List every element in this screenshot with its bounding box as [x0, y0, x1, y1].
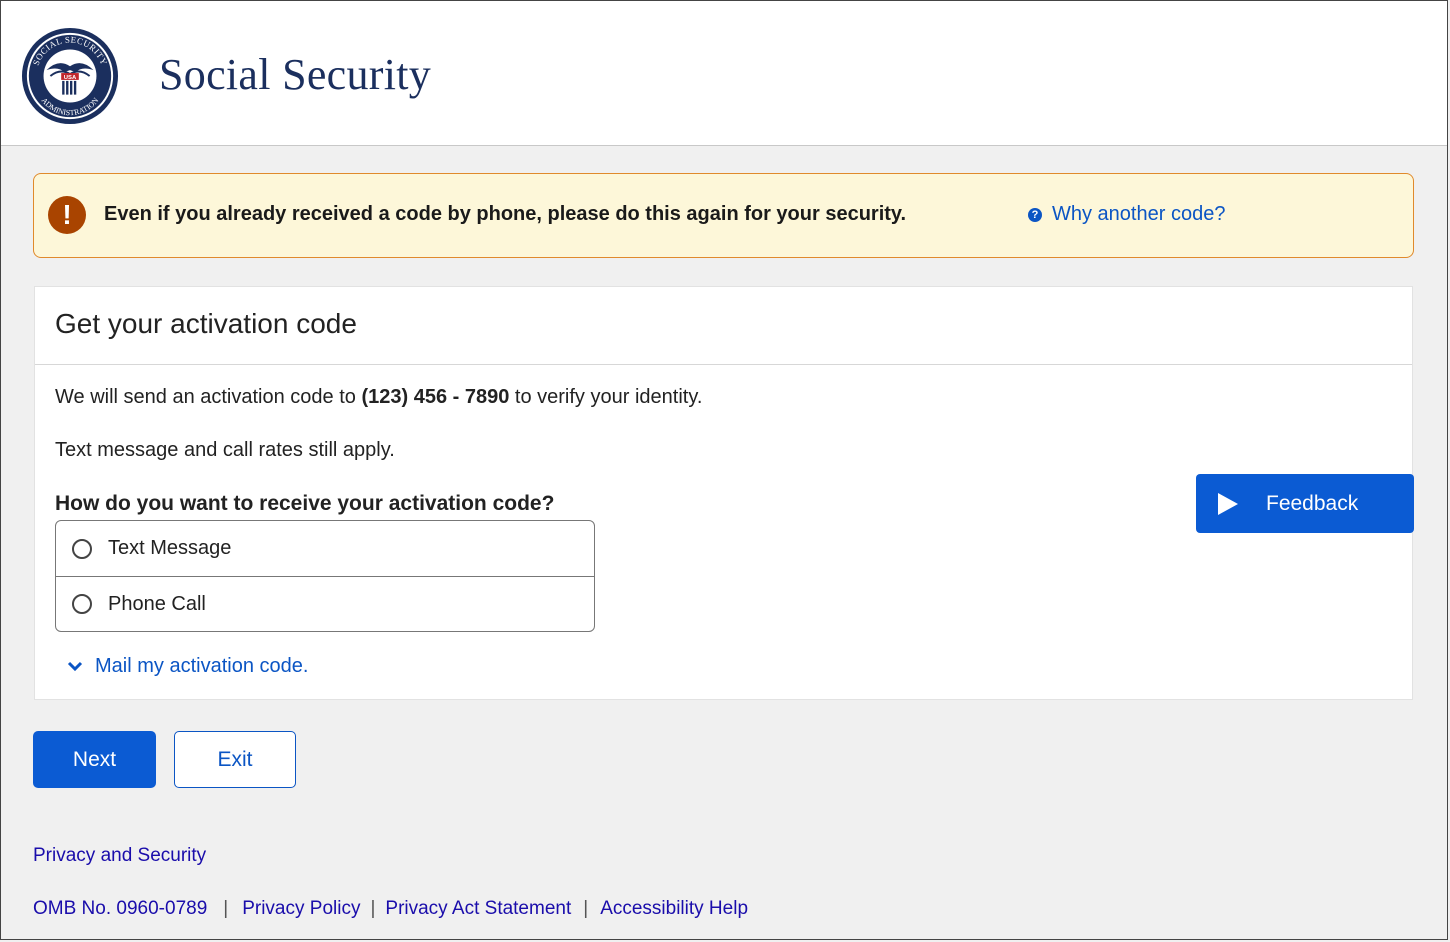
why-another-code-label: Why another code?: [1052, 203, 1226, 225]
footer-separator: |: [370, 898, 376, 919]
card-header: Get your activation code: [35, 287, 1412, 365]
radio-label: Phone Call: [108, 592, 206, 615]
footer-separator: |: [223, 898, 229, 919]
footer-separator: |: [583, 898, 589, 919]
feedback-button[interactable]: Feedback: [1196, 474, 1414, 533]
question-circle-icon: ?: [1028, 208, 1042, 222]
security-alert: ! Even if you already received a code by…: [33, 173, 1414, 258]
send-code-prefix: We will send an activation code to: [55, 386, 362, 408]
exclamation-icon: !: [48, 196, 86, 234]
exit-button[interactable]: Exit: [174, 731, 296, 788]
footer-links: OMB No. 0960-0789 | Privacy Policy | Pri…: [33, 898, 748, 920]
radio-option-phone-call[interactable]: Phone Call: [56, 576, 594, 631]
privacy-act-statement-link[interactable]: Privacy Act Statement: [385, 898, 571, 920]
radio-button[interactable]: [72, 594, 92, 614]
feedback-label: Feedback: [1266, 491, 1359, 515]
accessibility-help-link[interactable]: Accessibility Help: [600, 898, 748, 920]
play-triangle-icon: [1218, 492, 1238, 515]
radio-button[interactable]: [72, 538, 92, 559]
chevron-down-icon: [67, 661, 83, 671]
site-header: USA SOCIAL SECURITY ADMINISTRATION Socia…: [1, 1, 1448, 146]
why-another-code-link[interactable]: ? Why another code?: [1028, 203, 1225, 226]
phone-number: (123) 456 - 7890: [361, 386, 510, 408]
radio-label: Text Message: [108, 537, 232, 559]
privacy-policy-link[interactable]: Privacy Policy: [242, 898, 360, 920]
radio-option-text-message[interactable]: Text Message: [56, 521, 594, 576]
ssa-seal-logo: USA SOCIAL SECURITY ADMINISTRATION: [21, 27, 119, 125]
rates-note: Text message and call rates still apply.: [55, 439, 395, 461]
privacy-and-security-link[interactable]: Privacy and Security: [33, 845, 206, 867]
alert-message: Even if you already received a code by p…: [104, 203, 907, 225]
card-title: Get your activation code: [55, 308, 357, 339]
delivery-method-question: How do you want to receive your activati…: [55, 492, 555, 515]
mail-activation-code-label: Mail my activation code.: [95, 655, 309, 677]
svg-text:USA: USA: [64, 75, 77, 81]
send-code-suffix: to verify your identity.: [509, 386, 703, 408]
next-button[interactable]: Next: [33, 731, 156, 788]
mail-activation-code-toggle[interactable]: Mail my activation code.: [67, 655, 308, 678]
site-title: Social Security: [159, 50, 432, 99]
send-code-text: We will send an activation code to (123)…: [55, 386, 702, 409]
delivery-method-radio-group: Text Message Phone Call: [55, 520, 595, 632]
omb-number-link[interactable]: OMB No. 0960-0789: [33, 898, 207, 920]
